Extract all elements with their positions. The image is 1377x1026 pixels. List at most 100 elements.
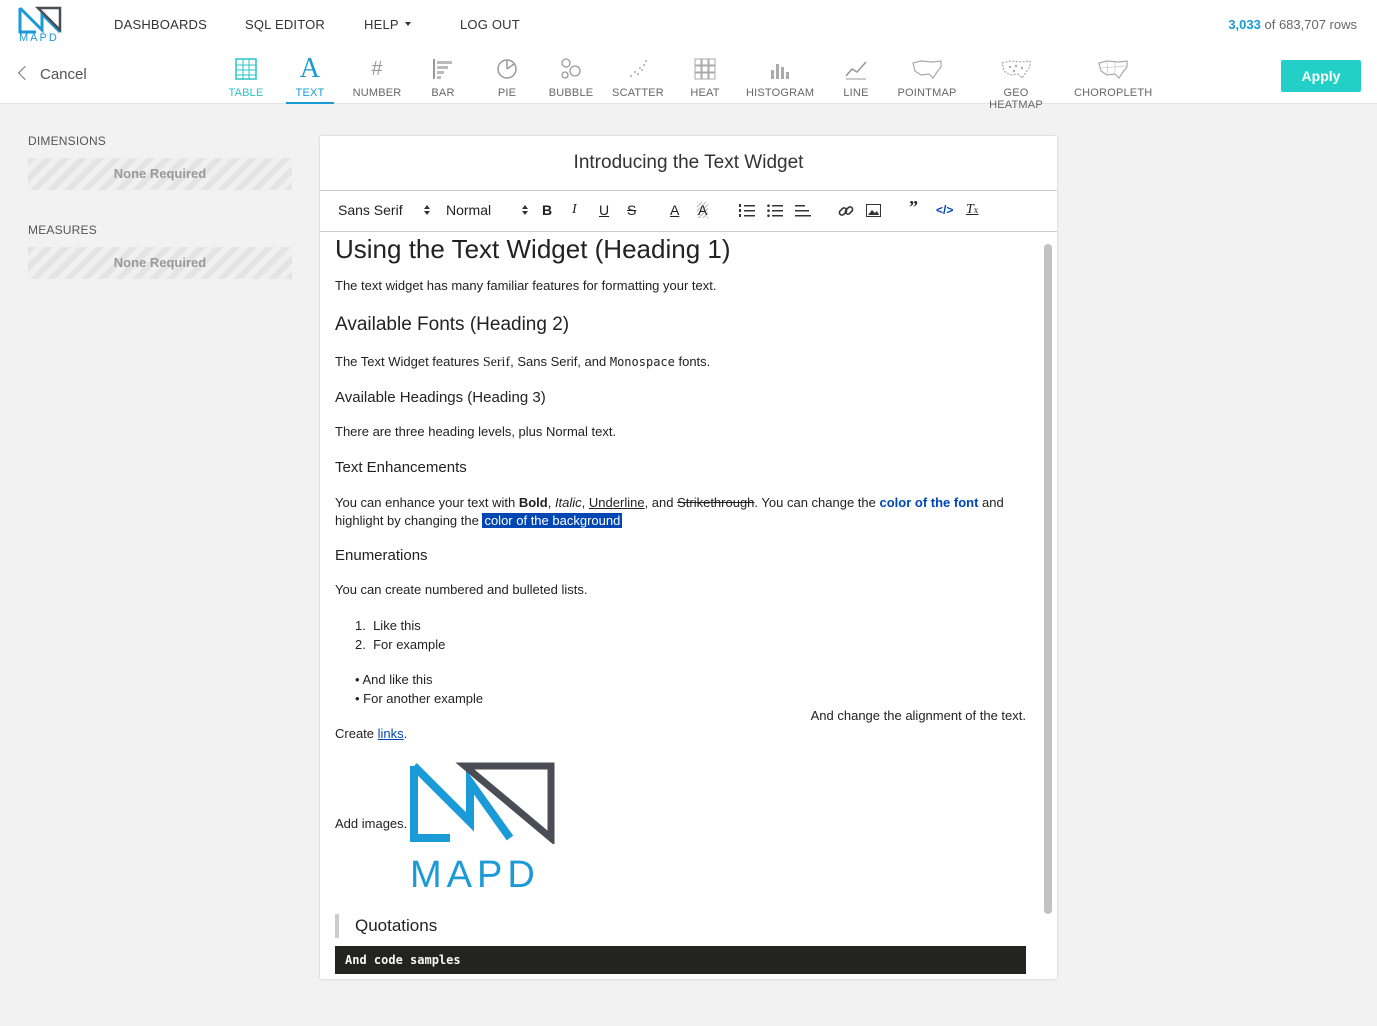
measures-dropzone[interactable]: None Required [28, 247, 292, 279]
line-chart-icon [845, 61, 867, 80]
paragraph: You can enhance your text with Bold, Ita… [335, 494, 1025, 530]
chart-type-pie[interactable]: PIE [490, 56, 524, 104]
link-icon[interactable] [838, 203, 854, 219]
logo-text: MAPD [19, 32, 59, 44]
row-count-total: of 683,707 rows [1264, 17, 1357, 32]
mapd-logo-image-text: MAPD [410, 854, 540, 896]
bubble-chart-icon [561, 58, 581, 79]
ordered-list-icon[interactable] [739, 204, 755, 218]
text-run: highlight by changing the [335, 513, 483, 528]
scatter-chart-icon [630, 60, 647, 77]
font-select-arrows-icon [424, 205, 430, 217]
text-a-icon: A [299, 53, 321, 84]
geo-heatmap-icon [1001, 60, 1031, 79]
cancel-label: Cancel [40, 66, 87, 83]
measures-title: MEASURES [28, 223, 97, 237]
paragraph: The text widget has many familiar featur… [335, 278, 717, 293]
clear-format-icon[interactable]: Tx [966, 202, 978, 218]
blockquote: Quotations [335, 914, 437, 938]
add-images-label: Add images. [335, 816, 408, 831]
chart-type-scatter[interactable]: SCATTER [612, 56, 664, 104]
histogram-icon [771, 64, 789, 79]
nav-help[interactable]: HELP [364, 17, 411, 32]
link-sample[interactable]: links [378, 726, 404, 741]
heading-2: Available Fonts (Heading 2) [335, 314, 570, 335]
list-item-text: For another example [363, 691, 484, 706]
nav-sql-editor[interactable]: SQL EDITOR [245, 17, 325, 32]
text-run: , and [644, 495, 678, 510]
list-item-text: For example [373, 637, 446, 652]
text-run: , [547, 495, 555, 510]
chart-type-choropleth[interactable]: CHOROPLETH [1074, 56, 1152, 104]
usa-map-icon [912, 60, 942, 79]
font-select[interactable]: Sans Serif [338, 202, 403, 218]
chart-type-line[interactable]: LINE [838, 56, 874, 104]
font-color-icon[interactable]: A [670, 202, 679, 218]
bold-sample: Bold [518, 495, 548, 510]
chart-type-text[interactable]: A TEXT [286, 53, 334, 104]
bar-chart-icon [433, 59, 452, 79]
chart-type-label: NUMBER [352, 87, 402, 99]
dimensions-dropzone[interactable]: None Required [28, 158, 292, 190]
bold-icon[interactable]: B [542, 202, 552, 218]
chart-type-geo-heatmap[interactable]: GEO HEATMAP [976, 56, 1056, 111]
align-icon[interactable] [795, 204, 811, 218]
chart-type-label: LINE [843, 87, 869, 99]
size-select-arrows-icon [522, 205, 528, 217]
editor-content[interactable]: Using the Text Widget (Heading 1) The te… [335, 232, 1035, 979]
bullet-list-icon[interactable] [767, 204, 783, 218]
heading-3: Available Headings (Heading 3) [335, 389, 546, 406]
mapd-logo-image [410, 762, 555, 844]
chart-type-heat[interactable]: HEAT [688, 56, 722, 104]
chart-type-label: TEXT [295, 87, 325, 99]
paragraph: The Text Widget features Serif, Sans Ser… [335, 354, 710, 371]
underline-sample: Underline [588, 495, 645, 510]
heading-1: Using the Text Widget (Heading 1) [335, 234, 731, 264]
blockquote-icon[interactable]: ” [909, 197, 918, 218]
color-background-sample: color of the background [482, 513, 623, 528]
code-block-icon[interactable]: </> [936, 203, 953, 217]
strikethrough-sample: Strikethrough [677, 495, 755, 510]
list-item-text: And like this [362, 672, 433, 687]
underline-icon[interactable]: U [599, 202, 609, 218]
chart-type-label: HISTOGRAM [746, 87, 815, 99]
text-run: and [978, 495, 1004, 510]
chart-type-label: PIE [497, 87, 517, 99]
chart-type-label: POINTMAP [897, 87, 957, 99]
image-icon[interactable] [866, 204, 881, 217]
chart-type-bubble[interactable]: BUBBLE [546, 56, 596, 104]
text-run: , Sans Serif, and [510, 354, 610, 369]
nav-dashboards[interactable]: DASHBOARDS [114, 17, 207, 32]
dimensions-title: DIMENSIONS [28, 134, 107, 148]
italic-icon[interactable]: I [572, 202, 577, 218]
color-font-sample: color of the font [879, 495, 979, 510]
chart-type-bar: Cancel TABLE A TEXT # NUMBER BAR PIE BUB… [0, 50, 1377, 111]
chart-type-label: BUBBLE [548, 87, 594, 99]
widget-title[interactable]: Introducing the Text Widget [320, 152, 1057, 174]
text-run: . [403, 726, 408, 741]
chart-type-number[interactable]: # NUMBER [350, 56, 404, 104]
row-count: 3,033 of 683,707 rows [1228, 17, 1357, 32]
top-nav: MAPD DASHBOARDS SQL EDITOR HELP LOG OUT … [0, 0, 1377, 50]
chart-type-label: GEO HEATMAP [989, 87, 1043, 111]
code-block: And code samples [335, 946, 1026, 974]
background-color-icon[interactable]: A [697, 202, 709, 218]
choropleth-icon [1098, 60, 1128, 79]
italic-sample: Italic [554, 495, 582, 510]
table-icon [235, 58, 257, 80]
chart-type-table[interactable]: TABLE [226, 56, 266, 104]
text-run: The Text Widget features [335, 354, 483, 369]
nav-logout[interactable]: LOG OUT [460, 17, 520, 32]
strikethrough-icon[interactable]: S [627, 202, 636, 218]
text-run: Create [335, 726, 378, 741]
cancel-button[interactable]: Cancel [17, 65, 87, 83]
size-select[interactable]: Normal [446, 202, 491, 218]
ordered-list: 1. Like this 2. For example [355, 618, 445, 652]
apply-button[interactable]: Apply [1281, 60, 1361, 92]
text-run: You can enhance your text with [335, 495, 519, 510]
chevron-down-icon [404, 22, 411, 26]
chart-type-pointmap[interactable]: POINTMAP [896, 56, 958, 104]
editor-scrollbar[interactable] [1044, 244, 1052, 914]
chart-type-bar[interactable]: BAR [425, 56, 461, 104]
chart-type-histogram[interactable]: HISTOGRAM [746, 56, 814, 104]
